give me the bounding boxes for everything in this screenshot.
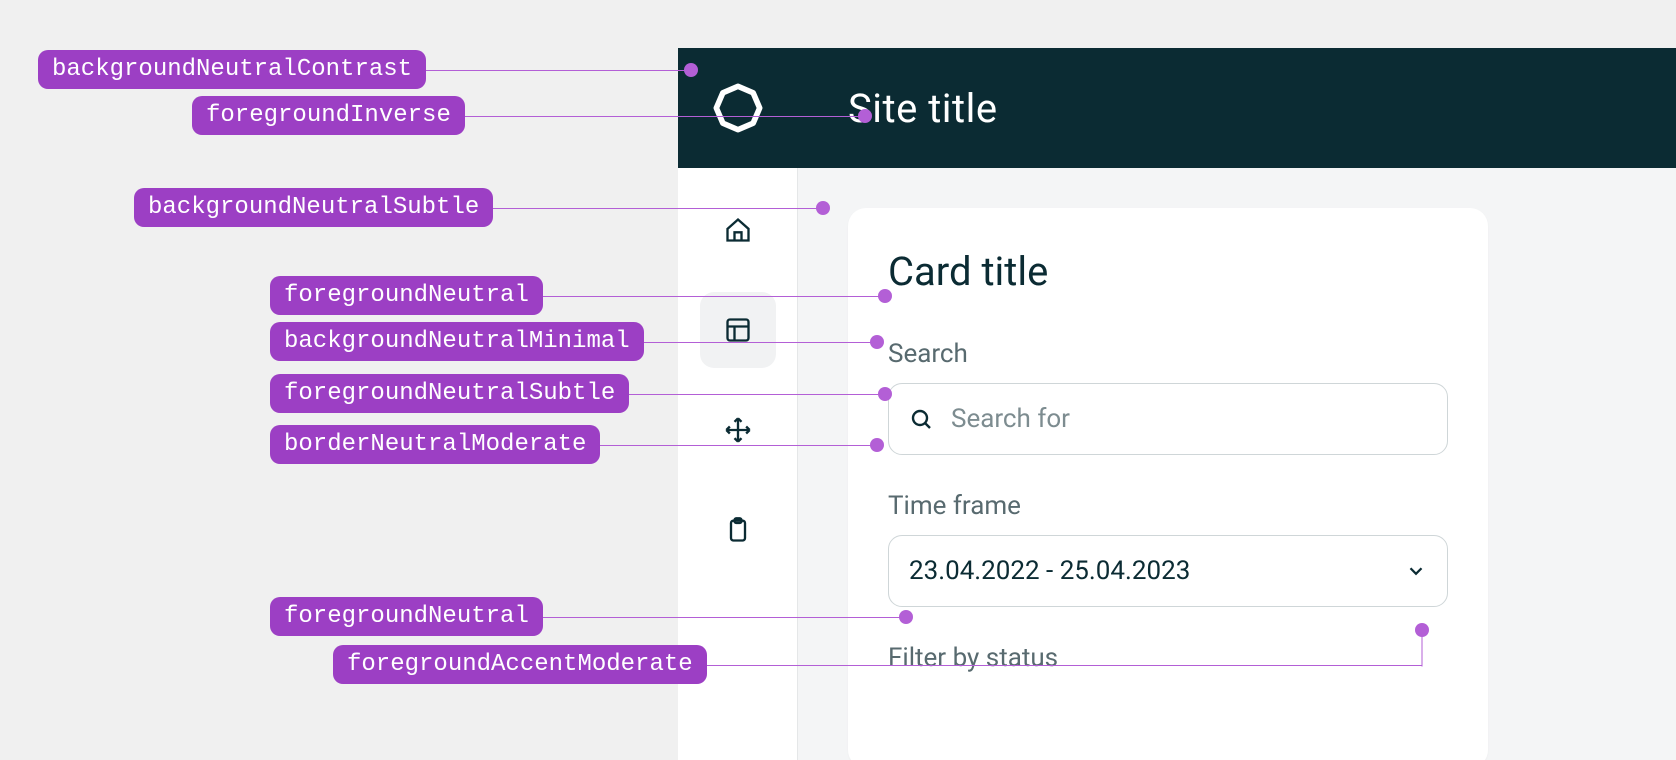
site-title: Site title bbox=[848, 85, 998, 132]
filter-label: Filter by status bbox=[888, 643, 1448, 673]
app-header: Site title bbox=[678, 48, 1676, 168]
content-area: Card title Search Search for Time frame … bbox=[798, 168, 1676, 760]
nav-move[interactable] bbox=[700, 392, 776, 468]
logo-icon bbox=[712, 82, 764, 134]
timeframe-select[interactable]: 23.04.2022 - 25.04.2023 bbox=[888, 535, 1448, 607]
search-placeholder: Search for bbox=[951, 404, 1070, 434]
annotation-label: foregroundInverse bbox=[192, 96, 465, 135]
card: Card title Search Search for Time frame … bbox=[848, 208, 1488, 760]
timeframe-label: Time frame bbox=[888, 491, 1448, 521]
clipboard-icon bbox=[724, 516, 752, 544]
search-input[interactable]: Search for bbox=[888, 383, 1448, 455]
search-label: Search bbox=[888, 339, 1448, 369]
layout-icon bbox=[724, 316, 752, 344]
home-icon bbox=[724, 216, 752, 244]
annotation-label: foregroundAccentModerate bbox=[333, 645, 707, 684]
annotation-label: foregroundNeutral bbox=[270, 276, 543, 315]
timeframe-value: 23.04.2022 - 25.04.2023 bbox=[909, 556, 1190, 586]
nav-clipboard[interactable] bbox=[700, 492, 776, 568]
nav-layout[interactable] bbox=[700, 292, 776, 368]
annotation-label: backgroundNeutralSubtle bbox=[134, 188, 493, 227]
annotation-label: borderNeutralModerate bbox=[270, 425, 600, 464]
card-title: Card title bbox=[888, 248, 1448, 295]
nav-home[interactable] bbox=[700, 192, 776, 268]
annotation-label: foregroundNeutral bbox=[270, 597, 543, 636]
annotation-label: foregroundNeutralSubtle bbox=[270, 374, 629, 413]
app-frame: Site title Card title Search Sea bbox=[678, 48, 1676, 760]
annotation-label: backgroundNeutralContrast bbox=[38, 50, 426, 89]
move-icon bbox=[724, 416, 752, 444]
chevron-down-icon bbox=[1405, 560, 1427, 582]
annotation-label: backgroundNeutralMinimal bbox=[270, 322, 644, 361]
search-icon bbox=[909, 407, 933, 431]
